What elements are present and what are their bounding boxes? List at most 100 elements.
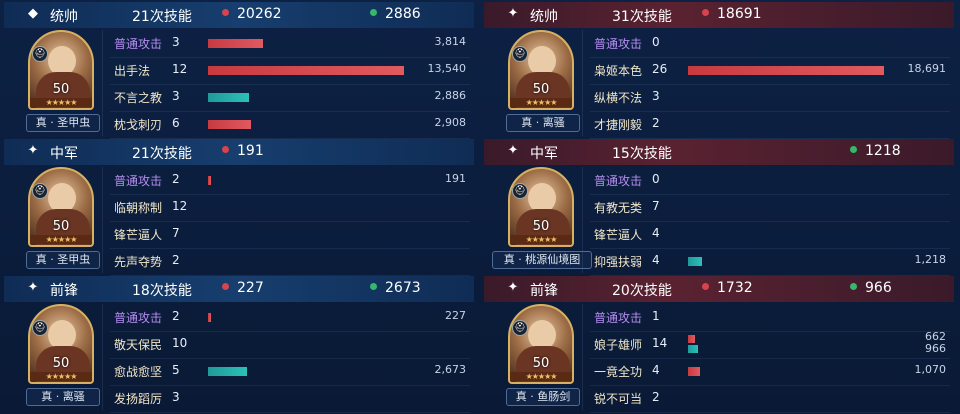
general-tag: 真 · 离骚 [26, 388, 100, 406]
skill-row: 才捷刚毅 2 [590, 111, 950, 139]
skill-name: 锐不可当 [594, 392, 643, 406]
heal-bar [688, 257, 702, 266]
skill-count: 20次技能 [612, 283, 672, 299]
skill-row: 一竟全功 4 1,070 [590, 358, 950, 386]
skill-uses: 6 [172, 116, 180, 130]
skill-uses: 3 [172, 390, 180, 404]
general-portrait[interactable]: ⛑ 50 ★★★★★ [508, 167, 574, 247]
skill-name: 先声夺势 [114, 255, 163, 269]
general-portrait[interactable]: ⛑ 50 ★★★★★ [508, 304, 574, 384]
star-rating-icon: ★★★★★ [510, 235, 572, 244]
skill-uses: 12 [172, 62, 188, 76]
skill-uses: 10 [172, 336, 188, 350]
general-block: ✦ 统帅 31次技能 18691 ⛑ 50 ★★★★★ 真 · 离骚 普通攻击 0 枭姬本色 26 18… [484, 2, 954, 139]
skill-uses: 0 [652, 35, 660, 49]
general-level: 50 [532, 219, 550, 234]
skill-uses: 7 [652, 199, 660, 213]
column-divider [582, 30, 583, 136]
general-level: 50 [52, 356, 70, 371]
role-label: 前锋 [50, 283, 78, 299]
skill-name: 普通攻击 [594, 174, 643, 188]
column-divider [582, 304, 583, 410]
skill-row: 愈战愈坚 5 2,673 [110, 358, 470, 386]
damage-bar [208, 66, 404, 75]
general-level: 50 [52, 219, 70, 234]
skill-value: 1,218 [914, 253, 947, 266]
skill-uses: 12 [172, 199, 188, 213]
skill-rows: 普通攻击 1 娘子雄师 14 662 966 一竟全功 4 1,070 锐不可当 2 [590, 304, 950, 413]
general-portrait[interactable]: ⛑ 50 ★★★★★ [28, 30, 94, 110]
skill-name: 普通攻击 [114, 174, 163, 188]
block-header: ◆ 统帅 21次技能 20262 2886 [4, 2, 474, 28]
skill-name: 枕戈刺刃 [114, 118, 163, 132]
skill-row: 枕戈刺刃 6 2,908 [110, 111, 470, 139]
spark-icon: ◆ [28, 6, 38, 21]
ally-team-panel: ◆ 统帅 21次技能 20262 2886 ⛑ 50 ★★★★★ 真 · 圣甲虫 普通攻击 3 3,8… [0, 0, 480, 414]
skill-row: 普通攻击 3 3,814 [110, 30, 470, 58]
skill-uses: 0 [652, 172, 660, 186]
skill-value: 227 [445, 309, 466, 322]
helmet-icon: ⛑ [512, 46, 528, 62]
heal-total: 2886 [370, 6, 421, 22]
skill-rows: 普通攻击 0 有教无类 7 锋芒逼人 4 抑强扶弱 4 1,218 [590, 167, 950, 276]
skill-uses: 3 [652, 89, 660, 103]
general-block: ✦ 前锋 18次技能 227 2673 ⛑ 50 ★★★★★ 真 · 离骚 普通攻击 2 227 敬天保… [4, 276, 474, 413]
skill-row: 枭姬本色 26 18,691 [590, 57, 950, 85]
general-level: 50 [532, 356, 550, 371]
skill-row: 普通攻击 0 [590, 30, 950, 58]
damage-value: 227 [237, 280, 264, 296]
general-block: ◆ 统帅 21次技能 20262 2886 ⛑ 50 ★★★★★ 真 · 圣甲虫 普通攻击 3 3,8… [4, 2, 474, 139]
role-label: 前锋 [530, 283, 558, 299]
skill-row: 先声夺势 2 [110, 248, 470, 276]
heal-dot-icon [370, 283, 377, 290]
skill-name: 锋芒逼人 [594, 228, 643, 242]
heal-value: 1218 [865, 143, 901, 159]
skill-count: 18次技能 [132, 283, 192, 299]
skill-value-secondary: 966 [925, 342, 946, 355]
general-portrait[interactable]: ⛑ 50 ★★★★★ [28, 304, 94, 384]
helmet-icon: ⛑ [512, 183, 528, 199]
spark-icon: ✦ [507, 280, 519, 295]
skill-uses: 4 [652, 363, 660, 377]
skill-uses: 5 [172, 363, 180, 377]
heal-bar [688, 345, 698, 353]
skill-count: 21次技能 [132, 146, 192, 162]
skill-row: 临朝称制 12 [110, 194, 470, 222]
skill-count: 31次技能 [612, 9, 672, 25]
spark-icon: ✦ [27, 280, 39, 295]
skill-name: 临朝称制 [114, 201, 163, 215]
skill-row: 普通攻击 2 227 [110, 304, 470, 332]
skill-rows: 普通攻击 0 枭姬本色 26 18,691 纵横不法 3 才捷刚毅 2 [590, 30, 950, 139]
general-block: ✦ 中军 15次技能 1218 ⛑ 50 ★★★★★ 真 · 桃源仙境图 普通攻击 0 有教无类 7 锋… [484, 139, 954, 276]
skill-rows: 普通攻击 2 191 临朝称制 12 锋芒逼人 7 先声夺势 2 [110, 167, 470, 276]
skill-row: 有教无类 7 [590, 194, 950, 222]
general-portrait[interactable]: ⛑ 50 ★★★★★ [508, 30, 574, 110]
skill-value: 191 [445, 172, 466, 185]
skill-uses: 14 [652, 336, 668, 350]
battle-stats-screen: ◆ 统帅 21次技能 20262 2886 ⛑ 50 ★★★★★ 真 · 圣甲虫 普通攻击 3 3,8… [0, 0, 960, 414]
role-label: 中军 [50, 146, 78, 162]
damage-value: 20262 [237, 6, 282, 22]
heal-dot-icon [850, 283, 857, 290]
skill-uses: 7 [172, 226, 180, 240]
heal-total: 966 [850, 280, 892, 296]
skill-uses: 3 [172, 35, 180, 49]
heal-total: 1218 [850, 143, 901, 159]
damage-bar [208, 176, 211, 185]
damage-value: 1732 [717, 280, 753, 296]
skill-row: 不言之教 3 2,886 [110, 84, 470, 112]
general-portrait[interactable]: ⛑ 50 ★★★★★ [28, 167, 94, 247]
skill-row: 普通攻击 0 [590, 167, 950, 195]
skill-value: 1,070 [914, 363, 947, 376]
heal-bar [208, 367, 248, 376]
column-divider [582, 167, 583, 273]
damage-dot-icon [702, 9, 709, 16]
skill-name: 枭姬本色 [594, 64, 643, 78]
damage-total: 20262 [222, 6, 282, 22]
heal-total: 2673 [370, 280, 421, 296]
role-label: 中军 [530, 146, 558, 162]
damage-dot-icon [702, 283, 709, 290]
skill-count: 15次技能 [612, 146, 672, 162]
damage-value: 191 [237, 143, 264, 159]
heal-value: 966 [865, 280, 892, 296]
